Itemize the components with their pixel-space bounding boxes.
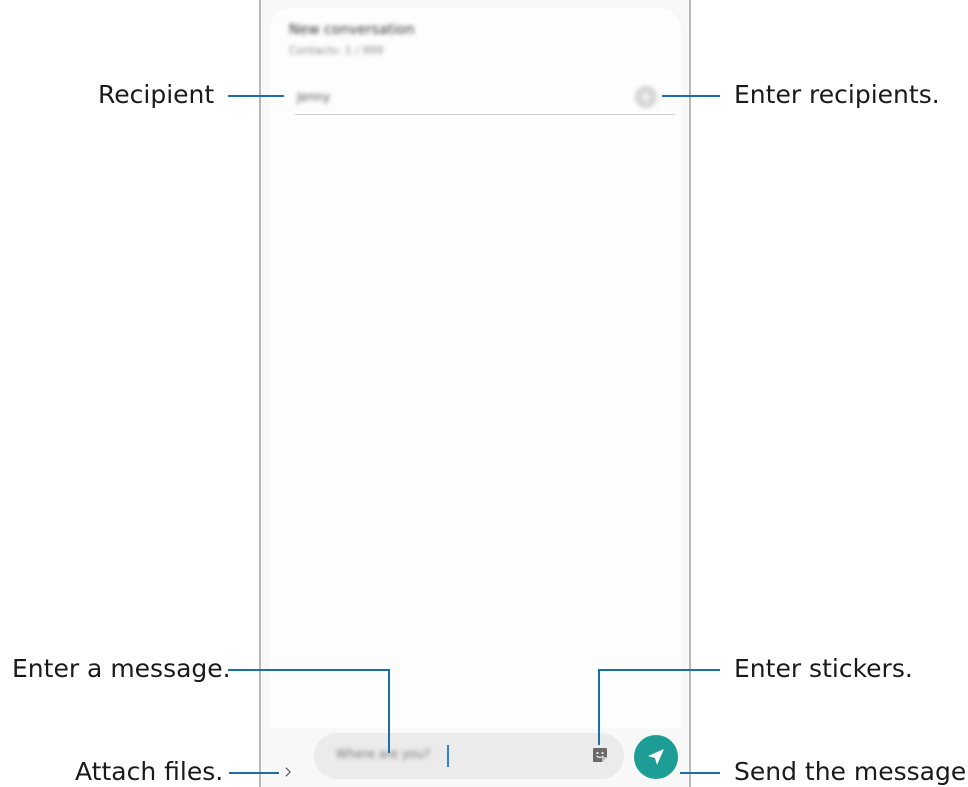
- conversation-title: New conversation: [289, 22, 415, 38]
- conversation-panel: New conversation Contacts: 1 / 999 Jenny: [269, 8, 681, 728]
- callout-enter-recipients: Enter recipients.: [734, 80, 940, 109]
- callout-enter-message: Enter a message.: [12, 654, 231, 683]
- send-button[interactable]: [634, 735, 678, 779]
- callout-line-enter-stickers-h: [598, 669, 720, 671]
- callout-line-attach-files: [229, 772, 279, 774]
- sticker-icon[interactable]: [591, 746, 609, 764]
- text-caret: [447, 745, 449, 767]
- recipient-field[interactable]: Jenny: [295, 84, 675, 115]
- conversation-subtitle: Contacts: 1 / 999: [289, 44, 384, 57]
- plus-circle-icon[interactable]: [635, 86, 657, 108]
- callout-line-enter-message-h: [228, 669, 390, 671]
- callout-recipient: Recipient: [98, 80, 215, 109]
- chevron-right-icon[interactable]: [283, 767, 293, 777]
- callout-attach-files: Attach files.: [75, 757, 224, 786]
- send-icon: [648, 749, 664, 765]
- callout-send-message: Send the message.: [734, 757, 968, 786]
- callout-line-enter-message-v: [388, 669, 390, 753]
- message-value[interactable]: Where are you?: [336, 747, 430, 761]
- callout-line-recipient: [228, 95, 284, 97]
- recipient-value[interactable]: Jenny: [297, 90, 330, 104]
- callout-enter-stickers: Enter stickers.: [734, 654, 913, 683]
- stage: New conversation Contacts: 1 / 999 Jenny…: [0, 0, 968, 787]
- message-input[interactable]: Where are you?: [314, 733, 624, 779]
- callout-line-enter-recipients: [662, 95, 720, 97]
- callout-line-enter-stickers-v: [598, 669, 600, 745]
- callout-line-send-message: [680, 772, 720, 774]
